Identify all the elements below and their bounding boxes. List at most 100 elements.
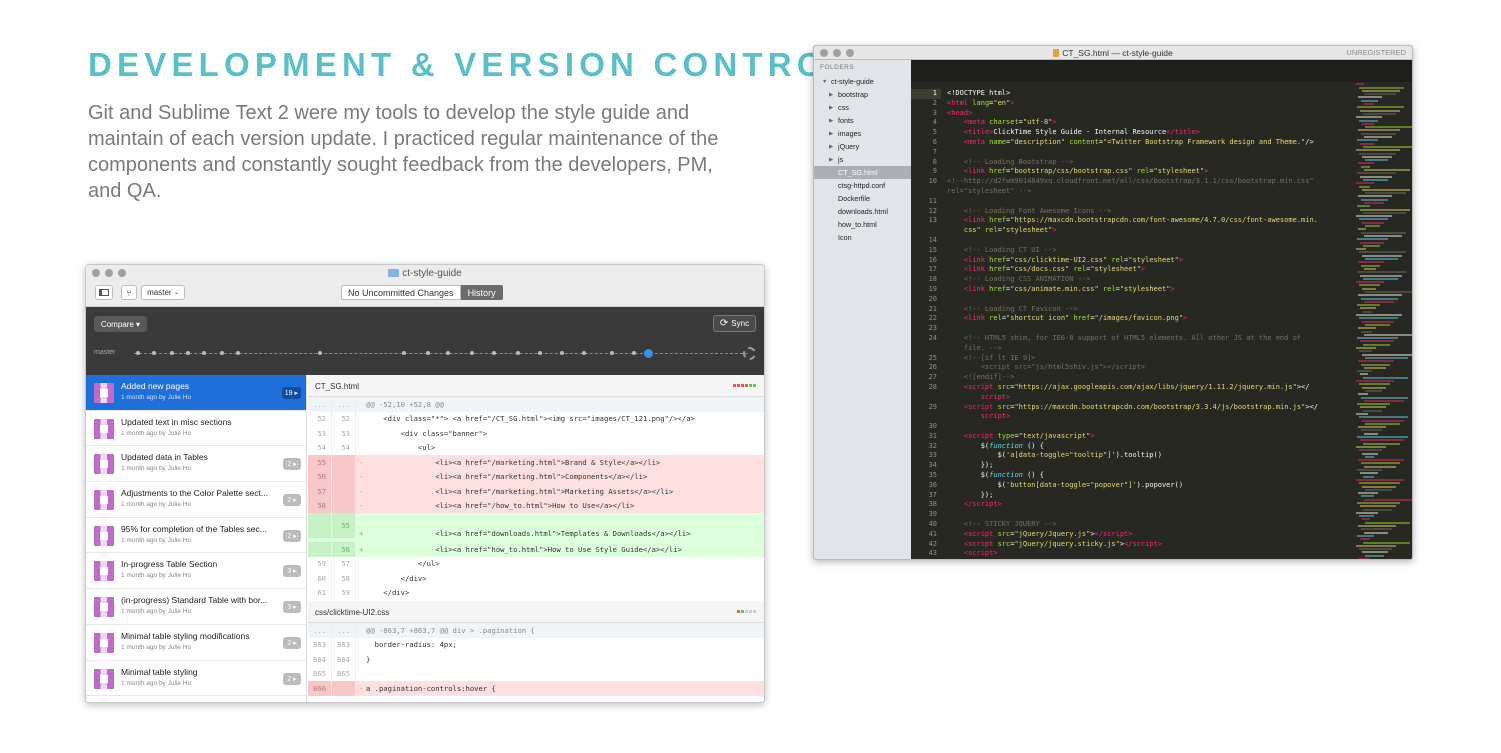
line-number: 29 xyxy=(928,402,937,411)
tree-item-label: Dockerfile xyxy=(838,194,870,203)
timeline-commit-dot[interactable] xyxy=(170,351,174,355)
sidebar-toggle-button[interactable] xyxy=(95,285,113,300)
disclosure-closed-icon[interactable]: ▶ xyxy=(829,118,838,124)
timeline-commit-dot[interactable] xyxy=(538,351,542,355)
tree-item[interactable]: ▶ images xyxy=(814,127,911,140)
tree-item[interactable]: ctsg-httpd.conf xyxy=(814,179,911,192)
commit-row[interactable]: 95% for completion of the Tables sec... 1… xyxy=(86,518,306,554)
tree-item[interactable]: ▶ css xyxy=(814,101,911,114)
line-number: 10 xyxy=(928,177,937,186)
commit-file-count-badge[interactable]: 2 ▸ xyxy=(283,458,301,471)
tree-item[interactable]: ▶ bootstrap xyxy=(814,88,911,101)
section-heading: DEVELOPMENT & VERSION CONTROL xyxy=(88,46,854,83)
timeline-commit-dot[interactable] xyxy=(560,351,564,355)
new-line-number: 55 xyxy=(332,513,356,538)
tab-uncommitted-changes[interactable]: No Uncommitted Changes xyxy=(341,285,461,300)
diff-file-header[interactable]: css/clicktime-UI2.css xyxy=(308,601,764,623)
branch-button[interactable]: ⑂ xyxy=(121,285,137,300)
commit-row[interactable]: Updated text in misc sections 1 month ago… xyxy=(86,411,306,447)
minimap-line xyxy=(1356,116,1382,119)
minimap-line xyxy=(1358,327,1376,330)
compare-button[interactable]: Compare ▾ xyxy=(94,316,147,332)
branch-select[interactable]: master ⌄ xyxy=(141,285,185,300)
minimap[interactable] xyxy=(1356,82,1412,559)
code-editor[interactable]: 1 <!DOCTYPE html> 2 <html lang="en"> 3 <head>… xyxy=(911,82,1412,559)
disclosure-open-icon[interactable]: ▼ xyxy=(822,79,831,85)
minimap-line xyxy=(1362,122,1374,125)
timeline-commit-dot[interactable] xyxy=(632,351,636,355)
minimap-line xyxy=(1364,432,1378,435)
diff-line: ...... @@ -863,7 +863,7 @@ div > .paginat… xyxy=(308,623,764,638)
commit-file-count-badge[interactable]: 19 ▸ xyxy=(281,387,301,399)
timeline-commit-dot[interactable] xyxy=(136,351,140,355)
commit-row[interactable]: Minimal table styling modifications 1 mon… xyxy=(86,625,306,661)
timeline-current-commit[interactable] xyxy=(644,349,653,358)
disclosure-closed-icon[interactable]: ▶ xyxy=(829,105,838,111)
tree-item[interactable]: CT_SG.html xyxy=(814,166,911,179)
timeline-commit-dot[interactable] xyxy=(470,351,474,355)
minimap-line xyxy=(1358,459,1404,462)
timeline-commit-dot[interactable] xyxy=(202,351,206,355)
sync-button[interactable]: ⟳ Sync xyxy=(713,315,756,332)
commit-row[interactable]: (in-progress) Standard Table with bor...… xyxy=(86,589,306,625)
commit-file-count-badge[interactable]: 3 ▸ xyxy=(283,601,301,614)
line-text: <script type="text/javascript"> xyxy=(963,431,1095,440)
tree-item[interactable]: downloads.html xyxy=(814,205,911,218)
tree-item[interactable]: ▼ ct-style-guide xyxy=(814,75,911,88)
disclosure-closed-icon[interactable]: ▶ xyxy=(829,157,838,163)
commit-row[interactable]: Updated data in Tables 1 month ago by Jul… xyxy=(86,446,306,483)
timeline-commit-dot[interactable] xyxy=(318,351,322,355)
minimap-line xyxy=(1361,528,1392,531)
timeline-commit-dot[interactable] xyxy=(236,351,240,355)
timeline-uncommitted-marker[interactable] xyxy=(743,347,756,360)
minimap-line xyxy=(1364,267,1376,270)
timeline-commit-dot[interactable] xyxy=(426,351,430,355)
code-line: 44 $(document).ready(function(){ xyxy=(911,559,1356,560)
minimap-line xyxy=(1364,366,1386,369)
timeline-commit-dot[interactable] xyxy=(492,351,496,355)
tree-item[interactable]: how_to.html xyxy=(814,218,911,231)
commit-row[interactable]: Minimal table styling 1 month ago by Juli… xyxy=(86,661,306,697)
timeline-commit-dot[interactable] xyxy=(402,351,406,355)
timeline-commit-dot[interactable] xyxy=(516,351,520,355)
old-line-number: 61 xyxy=(308,585,332,600)
diff-file-header[interactable]: CT_SG.html xyxy=(308,375,764,397)
minimap-line xyxy=(1357,106,1404,109)
disclosure-closed-icon[interactable]: ▶ xyxy=(829,131,838,137)
code-line: 29 <script src="https://maxcdn.bootstrap… xyxy=(911,403,1356,413)
commit-file-count-badge[interactable]: 2 ▸ xyxy=(283,494,301,507)
commit-meta: 1 month ago by Julie Ho xyxy=(121,643,192,651)
tree-item[interactable]: Icon xyxy=(814,231,911,244)
timeline-commit-dot[interactable] xyxy=(446,351,450,355)
commit-row[interactable]: In-progress Table Section 1 month ago by … xyxy=(86,553,306,590)
tab-history[interactable]: History xyxy=(460,285,503,300)
commit-file-count-badge[interactable]: 3 ▸ xyxy=(283,565,301,578)
tree-item-label: images xyxy=(838,129,862,138)
sublime-window-title: CT_SG.html — ct-style-guide xyxy=(814,48,1412,58)
disclosure-closed-icon[interactable]: ▶ xyxy=(829,92,838,98)
tree-item[interactable]: Dockerfile xyxy=(814,192,911,205)
line-number: 24 xyxy=(928,333,937,342)
disclosure-closed-icon[interactable]: ▶ xyxy=(829,144,838,150)
commit-row[interactable]: Adjustments to the Color Palette sect...… xyxy=(86,482,306,518)
timeline-commit-dot[interactable] xyxy=(582,351,586,355)
commit-row[interactable]: Added new pages 1 month ago by Julie Ho 19… xyxy=(86,375,306,411)
line-text: <!-- Loading Bootstrap --> xyxy=(963,157,1074,166)
tree-item[interactable]: ▶ fonts xyxy=(814,114,911,127)
timeline-commit-dot[interactable] xyxy=(186,351,190,355)
old-line-number: 54 xyxy=(308,440,332,455)
commit-file-count-badge[interactable]: 2 ▸ xyxy=(283,636,301,649)
line-number: 42 xyxy=(928,539,937,548)
line-number: 25 xyxy=(928,353,937,362)
minimap-line xyxy=(1364,465,1396,468)
tree-item[interactable]: ▶ jQuery xyxy=(814,140,911,153)
minimap-line xyxy=(1356,149,1400,152)
tree-item[interactable]: ▶ js xyxy=(814,153,911,166)
commit-file-count-badge[interactable]: 2 ▸ xyxy=(283,529,301,542)
diff-line: 865 865 xyxy=(308,666,764,681)
code-line: 31 <script type="text/javascript"> xyxy=(911,432,1356,442)
commit-file-count-badge[interactable]: 2 ▸ xyxy=(283,672,301,685)
timeline-commit-dot[interactable] xyxy=(610,351,614,355)
timeline-commit-dot[interactable] xyxy=(152,351,156,355)
timeline-commit-dot[interactable] xyxy=(220,351,224,355)
